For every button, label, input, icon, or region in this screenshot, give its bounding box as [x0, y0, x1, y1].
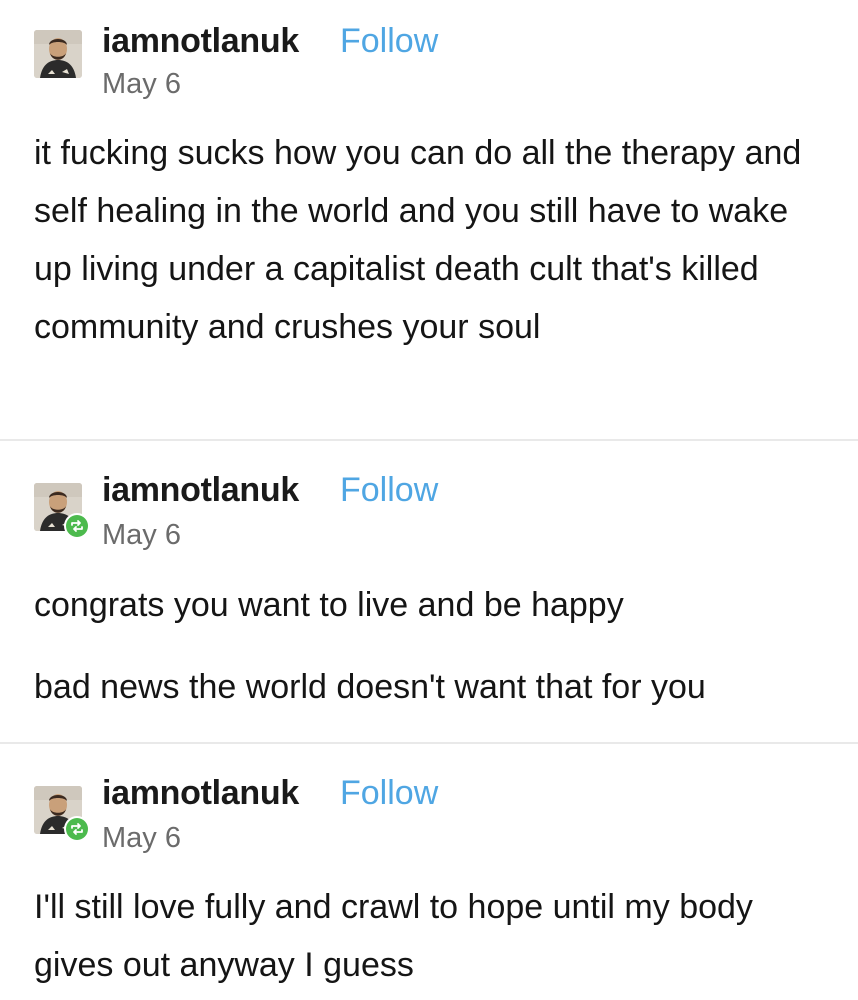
post-body: I'll still love fully and crawl to hope … — [34, 878, 834, 994]
username-link[interactable]: iamnotlanuk — [102, 471, 299, 510]
post-paragraph: congrats you want to live and be happy — [34, 586, 624, 624]
post-thread: iamnotlanuk Follow May 6 it fucking suck… — [0, 0, 858, 1000]
post-paragraph: bad news the world doesn't want that for… — [34, 668, 706, 706]
post-reblog: iamnotlanuk Follow May 6 I'll still love… — [0, 744, 858, 1000]
avatar[interactable] — [34, 483, 90, 539]
follow-button[interactable]: Follow — [340, 774, 438, 813]
username-link[interactable]: iamnotlanuk — [102, 22, 299, 61]
post-date[interactable]: May 6 — [102, 519, 181, 552]
username-link[interactable]: iamnotlanuk — [102, 774, 299, 813]
reblog-icon — [64, 816, 90, 842]
post-original: iamnotlanuk Follow May 6 it fucking suck… — [0, 0, 858, 441]
post-date[interactable]: May 6 — [102, 822, 181, 855]
avatar[interactable] — [34, 30, 84, 80]
post-paragraph: it fucking sucks how you can do all the … — [34, 134, 802, 346]
follow-button[interactable]: Follow — [340, 22, 438, 61]
post-body: congrats you want to live and be happy b… — [34, 576, 834, 716]
reblog-icon — [64, 513, 90, 539]
post-reblog: iamnotlanuk Follow May 6 congrats you wa… — [0, 441, 858, 744]
avatar-photo — [34, 30, 82, 78]
follow-button[interactable]: Follow — [340, 471, 438, 510]
avatar[interactable] — [34, 786, 90, 842]
post-date[interactable]: May 6 — [102, 68, 181, 101]
post-body: it fucking sucks how you can do all the … — [34, 124, 834, 356]
post-paragraph: I'll still love fully and crawl to hope … — [34, 888, 753, 984]
